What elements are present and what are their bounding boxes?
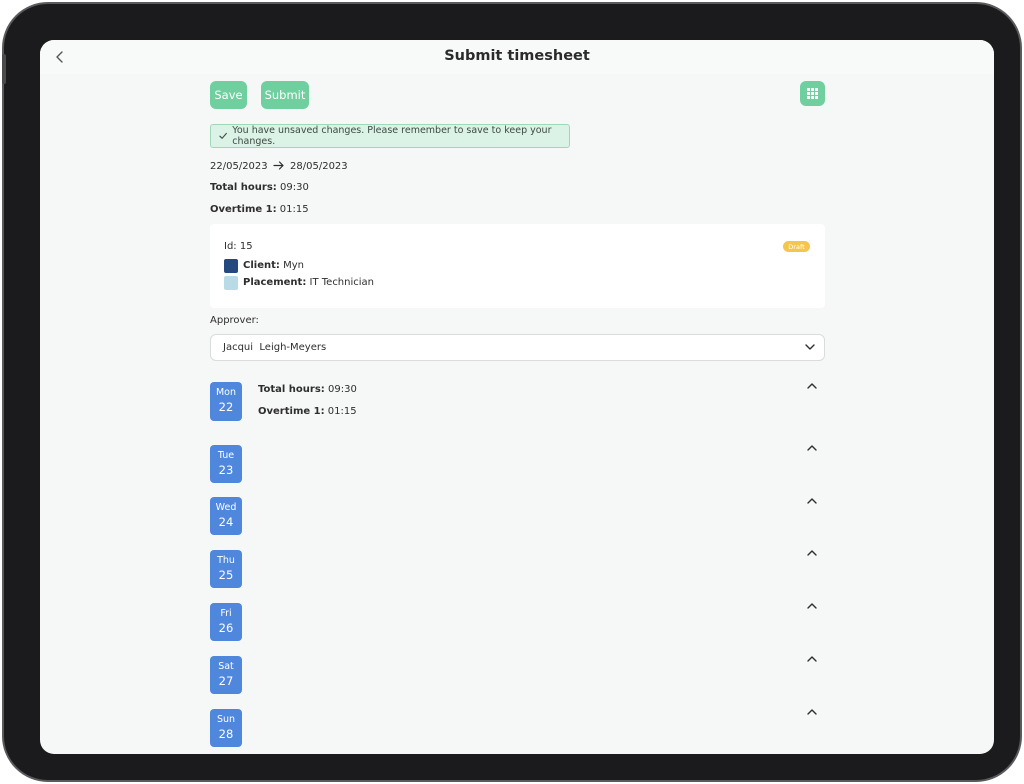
placement-id: Id: 15	[224, 241, 253, 252]
grid-menu-button[interactable]	[800, 81, 825, 106]
total-hours-summary: Total hours: 09:30	[210, 182, 309, 193]
client-value: Myn	[283, 260, 304, 271]
chevron-up-icon[interactable]	[807, 549, 817, 557]
day-name: Sun	[216, 714, 236, 725]
page-title: Submit timesheet	[444, 48, 590, 64]
placement-label: Placement:	[243, 277, 307, 288]
chevron-up-icon[interactable]	[807, 602, 817, 610]
placement-value: IT Technician	[309, 277, 375, 288]
day-badge-sun[interactable]: Sun 28	[210, 709, 242, 747]
period-end: 28/05/2023	[290, 161, 348, 172]
day-total-hours: Total hours: 09:30	[258, 384, 357, 395]
navigation-bar: Submit timesheet	[40, 40, 994, 74]
approver-value: Jacqui Leigh-Meyers	[223, 342, 327, 353]
day-overtime-value: 01:15	[327, 406, 357, 417]
check-icon	[219, 132, 227, 139]
unsaved-changes-alert: You have unsaved changes. Please remembe…	[210, 124, 570, 148]
day-badge-fri[interactable]: Fri 26	[210, 603, 242, 641]
day-name: Sat	[218, 661, 234, 672]
day-name: Fri	[220, 608, 232, 619]
chevron-up-icon[interactable]	[807, 655, 817, 663]
side-button	[2, 54, 6, 84]
day-date: 27	[218, 674, 234, 688]
total-hours-label: Total hours:	[210, 182, 277, 193]
day-name: Mon	[215, 387, 237, 398]
chevron-up-icon[interactable]	[807, 708, 817, 716]
approver-label: Approver:	[210, 315, 259, 326]
chevron-up-icon[interactable]	[807, 444, 817, 452]
save-button[interactable]: Save	[210, 81, 247, 109]
day-date: 26	[218, 621, 234, 635]
day-date: 23	[218, 463, 234, 477]
date-range: 22/05/2023 28/05/2023	[210, 161, 348, 172]
day-badge-sat[interactable]: Sat 27	[210, 656, 242, 694]
chevron-up-icon[interactable]	[807, 382, 817, 390]
placement-card: Id: 15 Draft Client: Myn Placement: IT T…	[210, 224, 825, 308]
arrow-right-icon	[273, 161, 284, 170]
day-badge-thu[interactable]: Thu 25	[210, 550, 242, 588]
submit-button[interactable]: Submit	[261, 81, 309, 109]
day-total-value: 09:30	[327, 384, 357, 395]
placement-row: Placement: IT Technician	[243, 277, 374, 288]
overtime-value: 01:15	[279, 204, 309, 215]
overtime-summary: Overtime 1: 01:15	[210, 204, 309, 215]
day-date: 22	[218, 400, 234, 414]
grid-icon	[807, 88, 818, 99]
day-badge-tue[interactable]: Tue 23	[210, 445, 242, 483]
approver-select[interactable]: Jacqui Leigh-Meyers	[210, 334, 825, 361]
chevron-up-icon[interactable]	[807, 497, 817, 505]
app-screen: Submit timesheet Save Submit You have un…	[40, 40, 994, 754]
alert-message: You have unsaved changes. Please remembe…	[232, 125, 552, 147]
placement-color-swatch	[224, 276, 238, 290]
client-color-swatch	[224, 259, 238, 273]
day-date: 28	[218, 727, 234, 741]
tablet-frame: Submit timesheet Save Submit You have un…	[2, 2, 1022, 782]
client-label: Client:	[243, 260, 280, 271]
status-badge: Draft	[783, 241, 810, 252]
period-start: 22/05/2023	[210, 161, 268, 172]
client-row: Client: Myn	[243, 260, 304, 271]
day-name: Wed	[215, 502, 237, 513]
day-name: Tue	[217, 450, 235, 461]
day-name: Thu	[217, 555, 235, 566]
day-total-label: Total hours:	[258, 384, 325, 395]
day-badge-mon[interactable]: Mon 22	[210, 382, 242, 421]
total-hours-value: 09:30	[279, 182, 309, 193]
chevron-down-icon	[805, 344, 815, 350]
day-overtime-label: Overtime 1:	[258, 406, 325, 417]
day-overtime: Overtime 1: 01:15	[258, 406, 357, 417]
overtime-label: Overtime 1:	[210, 204, 277, 215]
day-badge-wed[interactable]: Wed 24	[210, 497, 242, 535]
day-date: 25	[218, 568, 234, 582]
day-date: 24	[218, 515, 234, 529]
